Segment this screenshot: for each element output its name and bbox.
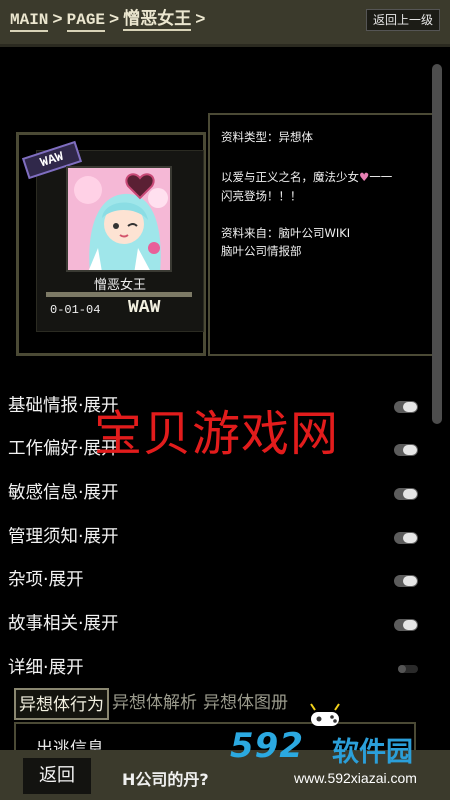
expand-toggle[interactable] — [394, 619, 418, 631]
expand-toggle[interactable] — [394, 444, 418, 456]
bottom-question-link[interactable]: H公司的丹? — [122, 766, 209, 790]
logo-name: 软件园 — [332, 737, 413, 768]
section-management-notes[interactable]: 管理须知·展开 — [8, 523, 418, 553]
expand-toggle[interactable] — [398, 665, 418, 673]
site-watermark: 宝贝游戏网 — [94, 406, 340, 462]
expand-toggle[interactable] — [394, 401, 418, 413]
section-misc[interactable]: 杂项·展开 — [8, 566, 418, 596]
toggle-knob — [403, 576, 417, 586]
breadcrumb-page[interactable]: PAGE — [66, 10, 106, 32]
tab-bar: 异想体行为 异想体解析 异想体图册 — [14, 688, 291, 722]
info-quote-line1: 以爱与正义之名，魔法少女♥一一 — [221, 169, 392, 185]
scrollbar[interactable] — [432, 64, 442, 424]
toggle-knob — [398, 665, 406, 673]
expand-toggle[interactable] — [394, 532, 418, 544]
tab-behavior[interactable]: 异想体行为 — [14, 688, 109, 720]
escape-info-label: 出逃信息 — [36, 739, 104, 750]
breadcrumb-separator: > — [109, 11, 120, 30]
toggle-knob — [403, 445, 417, 455]
back-to-previous-button[interactable]: 返回上一级 — [365, 9, 440, 31]
section-label: 敏感信息·展开 — [8, 483, 119, 503]
divider — [0, 44, 450, 47]
info-type: 资料类型：异想体 — [221, 130, 313, 144]
toggle-knob — [403, 620, 417, 630]
abnormality-portrait — [66, 166, 172, 272]
breadcrumb-separator: > — [52, 11, 63, 30]
tab-analysis[interactable]: 异想体解析 — [109, 688, 200, 720]
back-button[interactable]: 返回 — [23, 758, 91, 794]
toggle-knob — [403, 489, 417, 499]
risk-level: WAW — [128, 298, 161, 318]
section-label: 杂项·展开 — [8, 570, 84, 590]
logo-url: www.592xiazai.com — [294, 770, 417, 786]
info-quote-dash: 一一 — [369, 170, 393, 184]
site-logo-592: 592 软件园 www.592xiazai.com — [224, 720, 450, 800]
toggle-knob — [403, 533, 417, 543]
section-label: 故事相关·展开 — [8, 614, 119, 634]
breadcrumb: MAIN > PAGE > 憎恶女王 > — [10, 9, 205, 32]
breadcrumb-main[interactable]: MAIN — [10, 10, 49, 32]
top-bar: MAIN > PAGE > 憎恶女王 > 返回上一级 — [0, 0, 450, 44]
expand-toggle[interactable] — [394, 488, 418, 500]
section-story[interactable]: 故事相关·展开 — [8, 610, 418, 640]
info-quote-line2: 闪亮登场！！！ — [221, 189, 302, 203]
section-label: 详细·展开 — [8, 658, 84, 678]
abnormality-name: 憎恶女王 — [93, 278, 146, 293]
info-quote-text: 以爱与正义之名，魔法少女 — [221, 170, 359, 184]
section-sensitive-info[interactable]: 敏感信息·展开 — [8, 479, 418, 509]
toggle-knob — [403, 402, 417, 412]
info-source-line1[interactable]: 资料来自：脑叶公司WIKI — [221, 225, 350, 241]
heart-icon: ♥ — [359, 170, 370, 184]
section-details[interactable]: 详细·展开 — [8, 654, 418, 684]
tab-gallery[interactable]: 异想体图册 — [200, 688, 291, 720]
expand-toggle[interactable] — [394, 575, 418, 587]
breadcrumb-separator: > — [195, 11, 206, 30]
breadcrumb-current: 憎恶女王 — [123, 9, 192, 31]
section-label: 管理须知·展开 — [8, 527, 119, 547]
info-source-line2: 脑叶公司情报部 — [221, 244, 302, 258]
abnormality-code: 0-01-04 — [50, 303, 101, 317]
logo-number: 592 — [230, 726, 304, 766]
card-divider-bar — [46, 292, 192, 297]
